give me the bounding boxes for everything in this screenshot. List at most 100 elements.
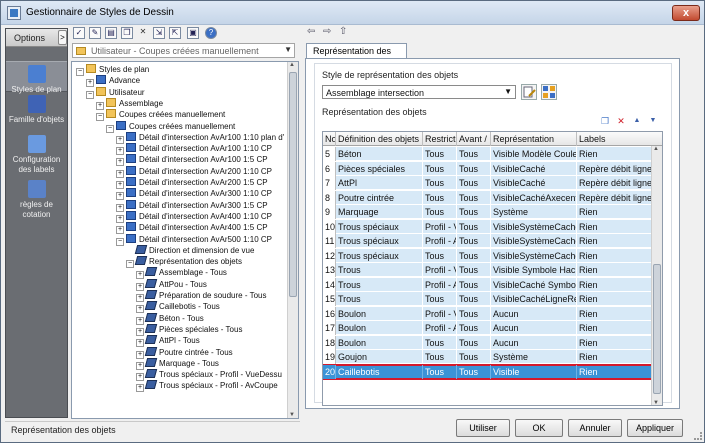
table-cell-restr[interactable]: Profil - A	[423, 234, 457, 248]
table-scroll-thumb[interactable]	[653, 264, 661, 394]
table-cell-def[interactable]: Boulon	[336, 306, 423, 321]
table-cell-restr[interactable]: Tous	[423, 364, 457, 379]
tree-scrollbar[interactable]: ▲ ▼	[287, 62, 298, 418]
table-cell-no[interactable]: 7	[323, 176, 336, 190]
table-cell-repr[interactable]: VisibleCaché	[491, 161, 577, 176]
edit-icon[interactable]: ✎	[89, 27, 101, 39]
table-cell-repr[interactable]: VisibleCachéAxecentra	[491, 190, 577, 205]
table-cell-repr[interactable]: Visible Modèle Couleu	[491, 147, 577, 161]
table-cell-restr[interactable]: Tous	[423, 205, 457, 219]
table-cell-def[interactable]: Goujon	[336, 350, 423, 364]
move-down-icon[interactable]: ▼	[648, 116, 658, 126]
table-cell-def[interactable]: Trous spéciaux	[336, 234, 423, 248]
table-cell-restr[interactable]: Tous	[423, 335, 457, 350]
title-bar[interactable]: Gestionnaire de Styles de Dessin x	[1, 1, 704, 25]
table-cell-repr[interactable]: VisibleSystèmeCaché	[491, 219, 577, 234]
nav-item-styles-plan[interactable]: Styles de plan	[6, 61, 67, 94]
delete-icon[interactable]: ✕	[137, 27, 149, 39]
table-cell-def[interactable]: Marquage	[336, 205, 423, 219]
chevron-down-icon[interactable]: ▼	[284, 45, 292, 54]
scroll-down-icon[interactable]: ▼	[653, 400, 659, 405]
table-cell-def[interactable]: Trous spéciaux	[336, 248, 423, 263]
table-row[interactable]: 6 Pièces spéciales Tous Tous VisibleCaché Rep…	[323, 161, 653, 176]
representation-table[interactable]: No Définition des objets Restricti Avant…	[322, 131, 663, 406]
table-cell-avant[interactable]: Tous	[457, 277, 491, 292]
forward-arrow-icon[interactable]: ⇨	[323, 26, 335, 37]
tree-node[interactable]: − Utilisateur	[86, 86, 145, 99]
nav-item-famille-objets[interactable]: Famille d'objets	[6, 92, 67, 130]
table-cell-def[interactable]: Trous	[336, 277, 423, 292]
table-cell-no[interactable]: 14	[323, 277, 336, 292]
table-cell-avant[interactable]: Tous	[457, 364, 491, 379]
table-cell-no[interactable]: 11	[323, 234, 336, 248]
table-cell-labels[interactable]: Rien	[577, 205, 653, 219]
table-cell-no[interactable]: 5	[323, 147, 336, 161]
table-cell-def[interactable]: Béton	[336, 147, 423, 161]
table-cell-restr[interactable]: Profil - A	[423, 277, 457, 292]
table-row[interactable]: 14 Trous Profil - A Tous VisibleCaché Symbol…	[323, 277, 653, 292]
collapse-icon[interactable]: −	[76, 68, 84, 76]
ok-button[interactable]: OK	[515, 419, 563, 437]
column-header[interactable]: No	[323, 132, 336, 146]
table-cell-labels[interactable]: Rien	[577, 234, 653, 248]
table-cell-labels[interactable]: Rien	[577, 147, 653, 161]
table-row[interactable]: 16 Boulon Profil - V Tous Aucun Rien	[323, 306, 653, 321]
tree-node[interactable]: + Marquage - Tous	[136, 357, 219, 370]
table-cell-avant[interactable]: Tous	[457, 335, 491, 350]
table-cell-def[interactable]: Boulon	[336, 321, 423, 335]
style-tree[interactable]: − Styles de plan + Advance − Utilisateur + Asse…	[71, 61, 299, 419]
tree-node[interactable]: + Béton - Tous	[136, 312, 204, 325]
table-row[interactable]: 19 Goujon Tous Tous Système Rien	[323, 350, 653, 364]
table-cell-no[interactable]: 6	[323, 161, 336, 176]
table-cell-no[interactable]: 8	[323, 190, 336, 205]
table-cell-def[interactable]: AttPl	[336, 176, 423, 190]
move-up-icon[interactable]: ▲	[632, 116, 642, 126]
copy-row-icon[interactable]: ❐	[600, 116, 610, 126]
use-button[interactable]: Utiliser	[456, 419, 510, 437]
table-cell-no[interactable]: 20	[323, 364, 336, 379]
tab-representation[interactable]: Représentation des objets	[306, 43, 407, 70]
table-cell-restr[interactable]: Tous	[423, 147, 457, 161]
table-row[interactable]: 7 AttPl Tous Tous VisibleCaché Repère débit l…	[323, 176, 653, 190]
tree-node[interactable]: + Détail d'intersection AvAr400 1:10 CP	[116, 210, 272, 223]
scroll-up-icon[interactable]: ▲	[653, 146, 659, 152]
tree-node[interactable]: + Caillebotis - Tous	[136, 301, 220, 314]
table-row[interactable]: 11 Trous spéciaux Profil - A Tous VisibleSys…	[323, 234, 653, 248]
table-cell-labels[interactable]: Rien	[577, 219, 653, 234]
column-header[interactable]: Labels	[577, 132, 662, 146]
table-cell-repr[interactable]: Système	[491, 205, 577, 219]
table-cell-def[interactable]: Pièces spéciales	[336, 161, 423, 176]
table-cell-no[interactable]: 10	[323, 219, 336, 234]
import-icon[interactable]: ⇲	[153, 27, 165, 39]
tree-node[interactable]: + Détail d'intersection AvAr300 1:10 CP	[116, 188, 272, 201]
tree-node[interactable]: + Détail d'intersection AvAr100 1:10 plan…	[116, 131, 284, 144]
table-cell-repr[interactable]: Visible Symbole Hach	[491, 263, 577, 277]
table-cell-def[interactable]: Caillebotis	[336, 364, 423, 379]
table-cell-labels[interactable]: Rien	[577, 335, 653, 350]
table-cell-restr[interactable]: Tous	[423, 161, 457, 176]
table-cell-avant[interactable]: Tous	[457, 321, 491, 335]
table-cell-avant[interactable]: Tous	[457, 306, 491, 321]
table-cell-no[interactable]: 18	[323, 335, 336, 350]
table-cell-labels[interactable]: Rien	[577, 364, 653, 379]
nav-item-cotation-rules[interactable]: règles de cotation	[6, 177, 67, 219]
cancel-button[interactable]: Annuler	[568, 419, 622, 437]
chevron-down-icon[interactable]: ▼	[504, 87, 512, 96]
up-arrow-icon[interactable]: ⇧	[339, 26, 351, 37]
table-row[interactable]: 5 Béton Tous Tous Visible Modèle Couleu Rien	[323, 147, 653, 161]
edit-style-button[interactable]	[521, 84, 537, 100]
table-cell-no[interactable]: 19	[323, 350, 336, 364]
tree-node[interactable]: + Détail d'intersection AvAr400 1:5 CP	[116, 222, 268, 235]
collapse-icon[interactable]: −	[106, 124, 114, 133]
table-cell-def[interactable]: Trous	[336, 292, 423, 306]
tree-scroll-thumb[interactable]	[289, 72, 297, 297]
purge-icon[interactable]: ▣	[187, 27, 199, 39]
table-cell-labels[interactable]: Rien	[577, 292, 653, 306]
table-cell-restr[interactable]: Profil - V	[423, 263, 457, 277]
tree-node[interactable]: + Détail d'intersection AvAr200 1:10 CP	[116, 165, 272, 178]
delete-row-icon[interactable]: ✕	[616, 116, 626, 126]
tree-node[interactable]: Direction et dimension de vue	[126, 244, 254, 256]
table-cell-no[interactable]: 16	[323, 306, 336, 321]
style-grid-button[interactable]	[541, 84, 557, 100]
table-cell-restr[interactable]: Tous	[423, 248, 457, 263]
